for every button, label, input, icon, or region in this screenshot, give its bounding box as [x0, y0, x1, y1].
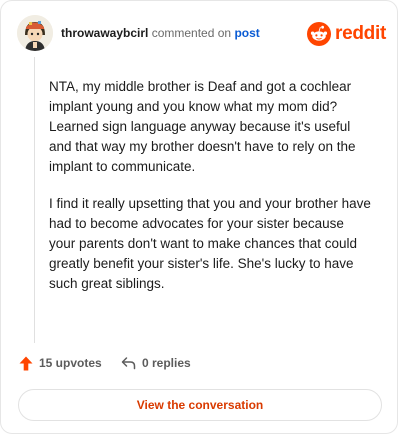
user-avatar[interactable] [17, 15, 53, 51]
reddit-wordmark: reddit [335, 23, 386, 44]
thread-line [34, 57, 35, 343]
reddit-logo[interactable]: reddit [307, 21, 386, 47]
view-conversation-button[interactable]: View the conversation [18, 389, 382, 421]
comment-paragraph: I find it really upsetting that you and … [49, 196, 371, 291]
comment-meta: throwawaybcirl commented on post [61, 26, 260, 40]
reply-count: 0 replies [142, 356, 191, 370]
upvote-arrow-icon [19, 356, 33, 370]
comment-card: throwawaybcirl commented on post reddit … [0, 0, 398, 434]
upvote-button[interactable]: 15 upvotes [19, 355, 102, 371]
comment-body: NTA, my middle brother is Deaf and got a… [49, 77, 371, 311]
upvote-count: 15 upvotes [39, 356, 102, 370]
comment-paragraph: NTA, my middle brother is Deaf and got a… [49, 79, 356, 174]
reddit-snoo-icon [307, 22, 331, 46]
post-link[interactable]: post [234, 26, 259, 40]
comment-header: throwawaybcirl commented on post reddit [17, 15, 386, 51]
username[interactable]: throwawaybcirl [61, 26, 148, 40]
reply-button[interactable]: 0 replies [121, 355, 191, 371]
reply-arrow-icon [121, 357, 136, 370]
commented-on-text: commented on [151, 26, 232, 40]
